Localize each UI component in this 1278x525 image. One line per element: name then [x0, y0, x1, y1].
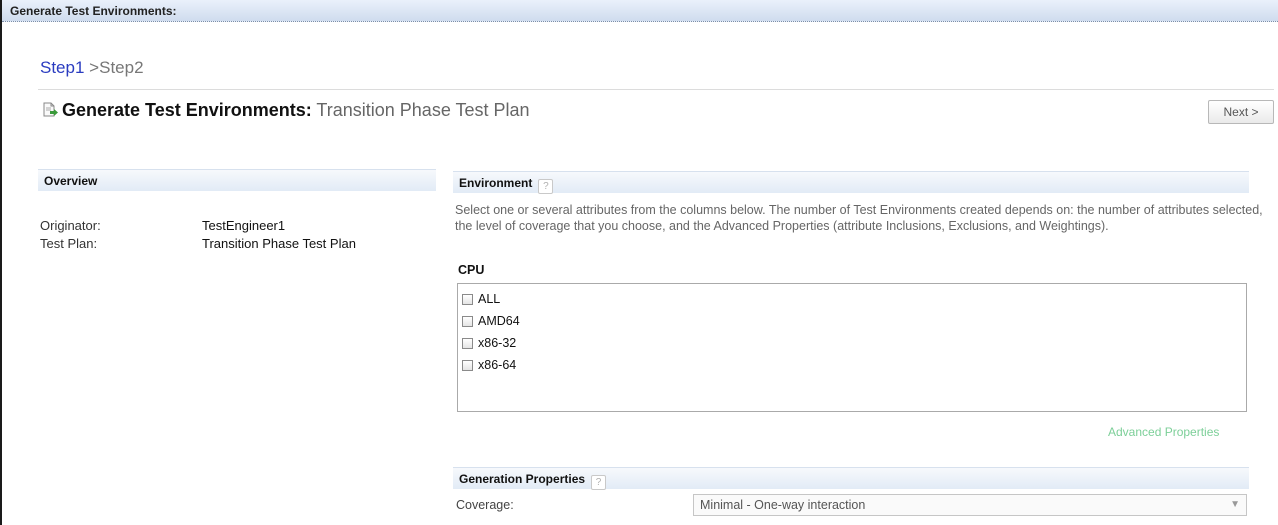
overview-header: Overview: [38, 169, 436, 191]
overview-row-originator: Originator: TestEngineer1: [40, 218, 285, 233]
chevron-down-icon[interactable]: ▼: [1230, 495, 1240, 515]
originator-label: Originator:: [40, 218, 101, 233]
checkbox[interactable]: [462, 293, 473, 305]
test-plan-label: Test Plan:: [40, 236, 98, 251]
coverage-select[interactable]: Minimal - One-way interaction ▼: [693, 494, 1247, 516]
page-title: Generate Test Environments: Transition P…: [42, 100, 530, 123]
page-title-main: Generate Test Environments:: [62, 100, 312, 120]
advanced-properties-link[interactable]: Advanced Properties: [1108, 425, 1219, 439]
cpu-option-label: x86-64: [478, 358, 517, 372]
divider: [38, 89, 1274, 90]
next-button[interactable]: Next >: [1208, 100, 1274, 124]
breadcrumb-step1[interactable]: Step1: [40, 58, 84, 77]
cpu-option-x86-64[interactable]: x86-64: [458, 354, 1246, 376]
document-arrow-icon: [42, 102, 58, 123]
cpu-option-label: AMD64: [478, 314, 520, 328]
cpu-option-amd64[interactable]: AMD64: [458, 310, 1246, 332]
generation-properties-heading: Generation Properties: [459, 472, 586, 486]
page-title-sub: Transition Phase Test Plan: [316, 100, 530, 120]
overview-heading: Overview: [44, 174, 98, 188]
generation-properties-header: Generation Properties?: [453, 467, 1249, 490]
environment-description: Select one or several attributes from th…: [455, 203, 1263, 233]
cpu-list: ALL AMD64 x86-32 x86-64: [457, 283, 1247, 412]
coverage-label: Coverage:: [456, 498, 514, 512]
coverage-value: Minimal - One-way interaction: [700, 498, 866, 512]
cpu-label: CPU: [458, 263, 485, 277]
test-plan-value: Transition Phase Test Plan: [202, 236, 356, 251]
breadcrumb-step2: Step2: [99, 58, 144, 77]
help-icon[interactable]: ?: [591, 475, 607, 490]
breadcrumb-separator: >: [89, 58, 100, 77]
cpu-option-all[interactable]: ALL: [458, 288, 1246, 310]
originator-value: TestEngineer1: [202, 218, 286, 233]
help-icon[interactable]: ?: [538, 179, 554, 194]
overview-row-test-plan: Test Plan: Transition Phase Test Plan: [40, 236, 356, 251]
environment-heading: Environment: [459, 176, 533, 190]
environment-header: Environment?: [453, 171, 1249, 194]
cpu-option-label: ALL: [478, 292, 501, 306]
breadcrumb: Step1 >Step2: [40, 58, 144, 78]
window-title: Generate Test Environments:: [2, 0, 1278, 22]
checkbox[interactable]: [462, 315, 473, 327]
checkbox[interactable]: [462, 359, 473, 371]
cpu-option-x86-32[interactable]: x86-32: [458, 332, 1246, 354]
checkbox[interactable]: [462, 337, 473, 349]
cpu-option-label: x86-32: [478, 336, 517, 350]
